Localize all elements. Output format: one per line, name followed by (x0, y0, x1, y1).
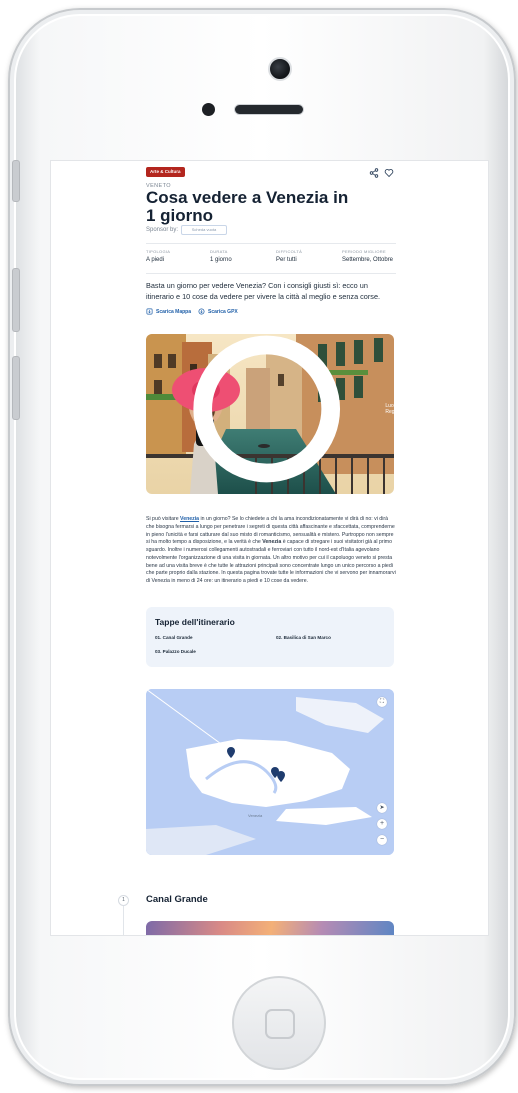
venice-map (146, 689, 394, 855)
divider (146, 273, 396, 274)
itinerary-stops-box: Tappe dell'itinerario 01. Canal Grande 0… (146, 607, 394, 667)
volume-down-button (12, 356, 20, 420)
stage-number: 1 (118, 895, 129, 906)
fact-difficulty: DIFFICOLTÀ Per tutti (276, 249, 302, 263)
stage-photo (146, 921, 394, 935)
trip-facts: TIPOLOGIA A piedi DURATA 1 giorno DIFFIC… (146, 249, 396, 269)
share-icon[interactable] (369, 168, 379, 178)
home-square-icon (265, 1009, 295, 1039)
category-tag[interactable]: Arte & Cultura (146, 167, 185, 177)
front-camera (268, 57, 292, 81)
fact-value: 1 giorno (210, 257, 232, 263)
sponsor-label: Sponsor by: (146, 227, 179, 233)
intro-paragraph: Basta un giorno per vedere Venezia? Con … (146, 281, 381, 301)
phone-screen: Arte & Cultura VENETO Cosa vedere a Vene… (50, 160, 489, 936)
photo-caption-text: Luogo: Regione (385, 403, 394, 415)
earpiece-speaker (234, 104, 304, 115)
stop-link[interactable]: 02. Basilica di San Marco (276, 635, 331, 640)
body-text: è capace di stregare i suoi visitatori g… (146, 539, 396, 584)
zoom-out-button[interactable]: − (377, 835, 387, 845)
hero-photo: Luogo: Regione (146, 334, 394, 494)
page-title: Cosa vedere a Venezia in 1 giorno (146, 188, 349, 225)
home-button[interactable] (232, 976, 326, 1070)
download-map-link[interactable]: Scarica Mappa (146, 308, 191, 315)
stop-link[interactable]: 01. Canal Grande (155, 635, 193, 640)
map-place-label: Venezia (248, 813, 263, 818)
stage-timeline (123, 906, 124, 935)
locate-icon[interactable]: ➤ (377, 803, 387, 813)
stage-title: Canal Grande (146, 894, 208, 905)
venezia-link[interactable]: Venezia (180, 516, 199, 522)
fact-type: TIPOLOGIA A piedi (146, 249, 170, 263)
fact-label: DURATA (210, 249, 228, 254)
divider (146, 243, 396, 244)
heart-icon[interactable] (384, 168, 394, 178)
location-icon (193, 335, 341, 483)
itinerary-map[interactable]: Venezia ⛶ ➤ + − (146, 689, 394, 855)
photo-caption: Luogo: Regione (150, 334, 394, 489)
fact-value: Settembre, Ottobre (342, 257, 394, 263)
fact-label: TIPOLOGIA (146, 249, 171, 254)
proximity-sensor (202, 103, 215, 116)
stop-link[interactable]: 03. Palazzo Ducale (155, 649, 196, 654)
fact-value: A piedi (146, 257, 165, 263)
zoom-in-button[interactable]: + (377, 819, 387, 829)
download-gpx-label: Scarica GPX (208, 308, 238, 315)
fullscreen-icon[interactable]: ⛶ (377, 697, 387, 707)
download-map-label: Scarica Mappa (156, 308, 192, 315)
volume-up-button (12, 268, 20, 332)
fact-label: DIFFICOLTÀ (276, 249, 303, 254)
mute-switch (12, 160, 20, 202)
article-body: Si può visitare Venezia in un giorno? Se… (146, 516, 396, 586)
itinerary-stops-title: Tappe dell'itinerario (155, 617, 235, 627)
download-gpx-link[interactable]: Scarica GPX (198, 308, 238, 315)
fact-best-period: PERIODO MIGLIORE Settembre, Ottobre (342, 249, 393, 263)
map-download-icon (146, 308, 153, 315)
sponsor-logo-placeholder: Scheda vuota (181, 225, 227, 235)
body-bold: Venezia (262, 539, 282, 546)
body-text: Si può visitare (146, 516, 181, 522)
gpx-download-icon (198, 308, 205, 315)
fact-duration: DURATA 1 giorno (210, 249, 232, 263)
fact-value: Per tutti (276, 257, 297, 263)
fact-label: PERIODO MIGLIORE (342, 249, 386, 254)
